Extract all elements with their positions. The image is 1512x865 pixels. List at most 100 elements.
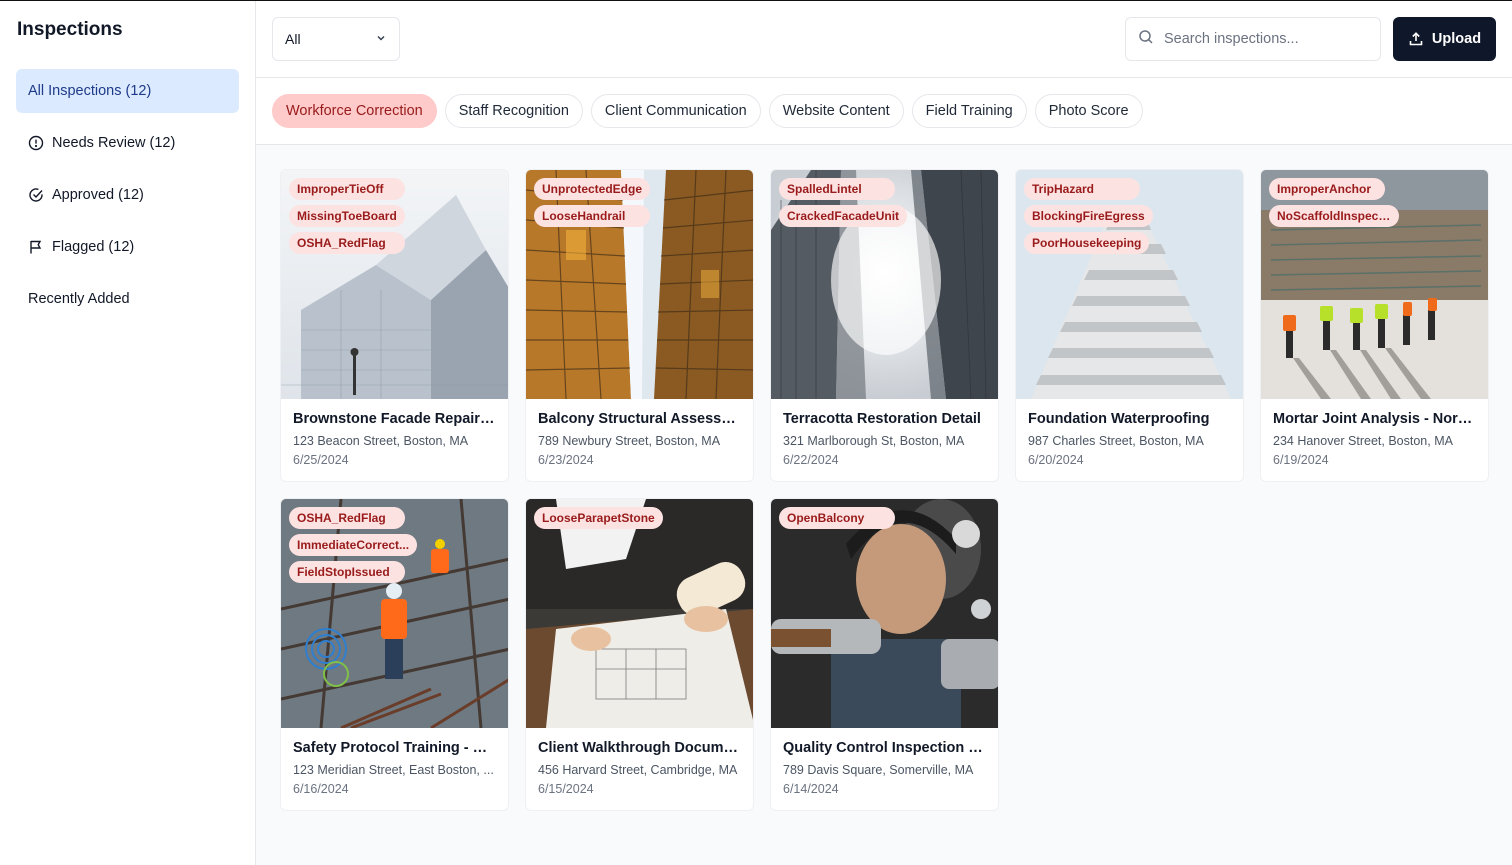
chevron-down-icon [375,31,387,47]
card-title: Client Walkthrough Documen... [538,740,741,756]
upload-icon [1409,32,1423,46]
inspection-photo: TripHazard BlockingFireEgress PoorHousek… [1016,170,1243,399]
status-filter-value: All [285,31,301,47]
card-date: 6/22/2024 [783,453,839,467]
issue-tag: PoorHousekeeping [1024,232,1150,254]
inspection-photo: OSHA_RedFlag ImmediateCorrect... FieldSt… [281,499,508,728]
alert-circle-icon [28,135,44,151]
card-address: 987 Charles Street, Boston, MA [1028,434,1204,448]
card-address: 789 Newbury Street, Boston, MA [538,434,721,448]
inspection-photo: UnprotectedEdge LooseHandrail [526,170,753,399]
search-box [1125,17,1381,61]
inspection-photo: ImproperTieOff MissingToeBoard OSHA_RedF… [281,170,508,399]
sidebar-item-flagged[interactable]: Flagged (12) [16,225,239,269]
sidebar-item-label: Approved (12) [52,187,144,203]
sidebar-item-label: Recently Added [28,291,130,307]
sidebar-title: Inspections [17,19,123,40]
inspection-card[interactable]: OpenBalcony Quality Control Inspection -… [770,498,999,811]
sidebar-item-approved[interactable]: Approved (12) [16,173,239,217]
card-address: 321 Marlborough St, Boston, MA [783,434,965,448]
inspection-photo: OpenBalcony [771,499,998,728]
inspection-card[interactable]: ImproperTieOff MissingToeBoard OSHA_RedF… [280,169,509,482]
tag-list: SpalledLintel CrackedFacadeUnit [779,178,908,227]
issue-tag: FieldStopIssued [289,561,405,583]
chip-client-communication[interactable]: Client Communication [590,94,761,128]
tag-list: ImproperAnchor NoScaffoldInspect... [1269,178,1399,227]
status-filter-select[interactable]: All [272,17,400,61]
card-title: Terracotta Restoration Detail [783,411,981,427]
card-date: 6/25/2024 [293,453,349,467]
inspection-photo: ImproperAnchor NoScaffoldInspect... [1261,170,1488,399]
upload-label: Upload [1431,31,1482,47]
card-address: 123 Meridian Street, East Boston, ... [293,763,494,777]
inspection-card[interactable]: LooseParapetStone Client Walkthrough Doc… [525,498,754,811]
card-address: 123 Beacon Street, Boston, MA [293,434,469,448]
flag-icon [28,239,44,255]
search-input[interactable] [1164,31,1364,47]
card-date: 6/20/2024 [1028,453,1084,467]
sidebar-item-label: Needs Review (12) [52,135,176,151]
tag-list: OpenBalcony [779,507,895,529]
issue-tag: LooseHandrail [534,205,650,227]
issue-tag: SpalledLintel [779,178,895,200]
tag-list: LooseParapetStone [534,507,663,529]
issue-tag: ImproperTieOff [289,178,405,200]
card-date: 6/16/2024 [293,782,349,796]
inspection-card[interactable]: OSHA_RedFlag ImmediateCorrect... FieldSt… [280,498,509,811]
inspection-photo: SpalledLintel CrackedFacadeUnit [771,170,998,399]
card-title: Safety Protocol Training - Ea... [293,740,496,756]
issue-tag: ImproperAnchor [1269,178,1385,200]
card-title: Quality Control Inspection - ... [783,740,986,756]
sidebar-item-all-inspections[interactable]: All Inspections (12) [16,69,239,113]
sidebar-item-recently-added[interactable]: Recently Added [16,277,239,321]
card-title: Balcony Structural Assessme... [538,411,741,427]
issue-tag: BlockingFireEgress [1024,205,1153,227]
tag-list: OSHA_RedFlag ImmediateCorrect... FieldSt… [289,507,418,583]
issue-tag: LooseParapetStone [534,507,663,529]
upload-button[interactable]: Upload [1393,17,1496,61]
card-date: 6/14/2024 [783,782,839,796]
issue-tag: OSHA_RedFlag [289,507,405,529]
issue-tag: UnprotectedEdge [534,178,651,200]
issue-tag: MissingToeBoard [289,205,405,227]
card-date: 6/15/2024 [538,782,594,796]
inspection-card[interactable]: TripHazard BlockingFireEgress PoorHousek… [1015,169,1244,482]
inspection-grid-area: ImproperTieOff MissingToeBoard OSHA_RedF… [256,145,1512,865]
sidebar-item-label: All Inspections (12) [28,83,152,99]
chip-website-content[interactable]: Website Content [768,94,904,128]
top-bar: All Upload [256,1,1512,78]
issue-tag: TripHazard [1024,178,1140,200]
chip-photo-score[interactable]: Photo Score [1034,94,1143,128]
issue-tag: NoScaffoldInspect... [1269,205,1399,227]
sidebar-nav: All Inspections (12) Needs Review (12) A… [16,69,239,329]
chip-staff-recognition[interactable]: Staff Recognition [444,94,583,128]
chip-field-training[interactable]: Field Training [911,94,1027,128]
card-title: Foundation Waterproofing [1028,411,1210,427]
category-chips: Workforce Correction Staff Recognition C… [256,78,1512,145]
tag-list: UnprotectedEdge LooseHandrail [534,178,651,227]
card-address: 456 Harvard Street, Cambridge, MA [538,763,738,777]
chip-workforce-correction[interactable]: Workforce Correction [272,94,437,128]
card-title: Brownstone Facade Repair - ... [293,411,496,427]
tag-list: ImproperTieOff MissingToeBoard OSHA_RedF… [289,178,405,254]
card-address: 789 Davis Square, Somerville, MA [783,763,974,777]
check-circle-icon [28,187,44,203]
inspection-grid: ImproperTieOff MissingToeBoard OSHA_RedF… [280,169,1489,811]
inspection-card[interactable]: UnprotectedEdge LooseHandrail Balcony St… [525,169,754,482]
issue-tag: OSHA_RedFlag [289,232,405,254]
card-date: 6/19/2024 [1273,453,1329,467]
issue-tag: ImmediateCorrect... [289,534,418,556]
inspection-card[interactable]: SpalledLintel CrackedFacadeUnit Terracot… [770,169,999,482]
search-icon [1138,29,1154,50]
sidebar-item-label: Flagged (12) [52,239,135,255]
issue-tag: OpenBalcony [779,507,895,529]
inspection-card[interactable]: ImproperAnchor NoScaffoldInspect... Mort… [1260,169,1489,482]
sidebar: Inspections All Inspections (12) Needs R… [0,1,256,865]
card-address: 234 Hanover Street, Boston, MA [1273,434,1453,448]
tag-list: TripHazard BlockingFireEgress PoorHousek… [1024,178,1153,254]
inspection-photo: LooseParapetStone [526,499,753,728]
sidebar-item-needs-review[interactable]: Needs Review (12) [16,121,239,165]
card-title: Mortar Joint Analysis - North... [1273,411,1476,427]
card-date: 6/23/2024 [538,453,594,467]
issue-tag: CrackedFacadeUnit [779,205,908,227]
